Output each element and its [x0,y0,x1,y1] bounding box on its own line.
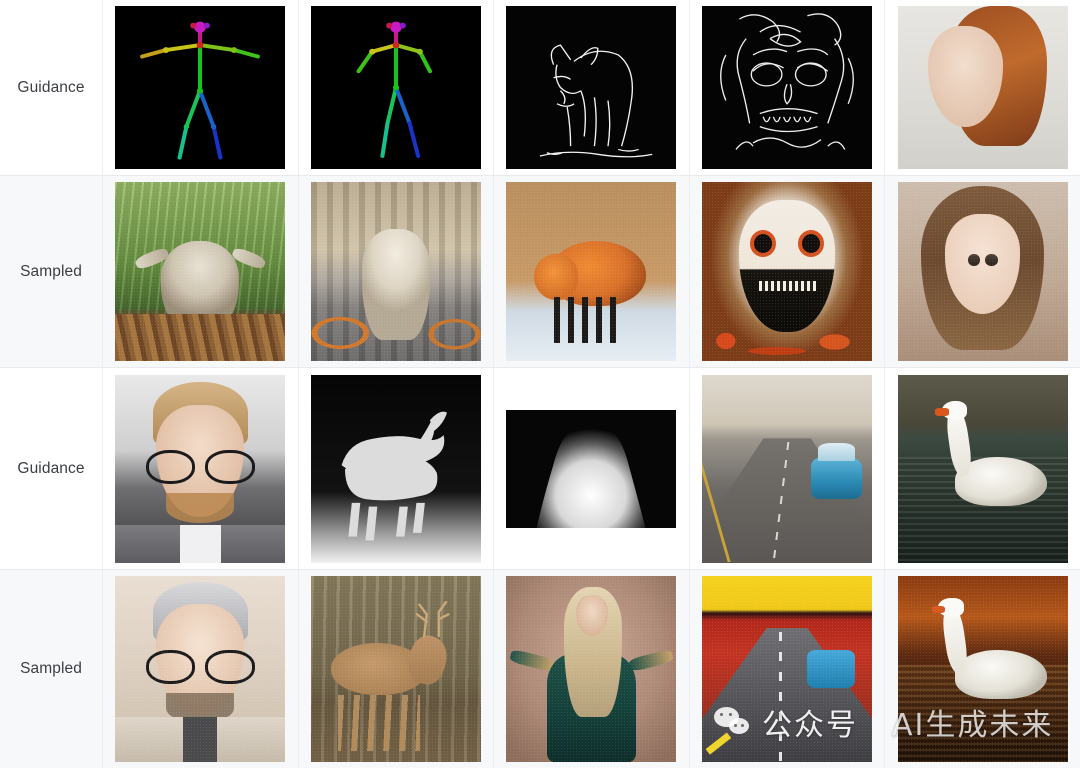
table-row: Sampled [0,569,1080,768]
cell-sampled-red-fox-snow[interactable] [494,176,690,367]
sampled-stylized-road-scene-image [702,576,873,762]
photo-desert-road-blue-car-image [702,374,873,563]
row-label-text: Sampled [20,262,82,280]
cell-sampled-anime-portrait[interactable] [885,176,1080,367]
sampled-anime-portrait-image [897,182,1068,361]
cell-depth-map-deer[interactable] [299,368,495,569]
cell-sampled-bear-bamboo-forest[interactable] [103,176,299,367]
cell-sampled-polar-bear-city-street[interactable] [299,176,495,367]
sampled-deer-in-forest-image [310,576,481,762]
cell-sampled-illustrated-man-glasses[interactable] [103,570,299,768]
row-label-guidance-2: Guidance [0,368,103,569]
comparison-grid: Guidance Sampled Guidance Sampled 公众号 AI… [0,0,1080,768]
row-label-sampled-2: Sampled [0,570,103,768]
row-label-text: Sampled [20,660,82,677]
cell-canny-edge-skull-face[interactable] [690,0,886,175]
cell-sampled-swan-autumn[interactable] [885,570,1080,768]
row-label-sampled-1: Sampled [0,176,103,367]
depth-map-deer-icon [310,374,481,563]
cell-canny-edge-fox[interactable] [494,0,690,175]
row-label-guidance-1: Guidance [0,0,103,175]
depth-map-person-icon [506,409,677,528]
row-label-text: Guidance [17,78,85,96]
cell-photo-man-with-glasses[interactable] [103,368,299,569]
sampled-sugar-skull-makeup-image [702,182,873,361]
cell-photo-desert-road-blue-car[interactable] [690,368,886,569]
photo-red-haired-woman-image [897,6,1068,169]
cell-sampled-deer-in-forest[interactable] [299,570,495,768]
sampled-woman-green-dress-image [506,576,677,762]
sampled-bear-bamboo-forest-image [115,182,286,361]
canny-edge-fox-icon [506,6,677,169]
sampled-illustrated-man-glasses-image [115,576,286,762]
table-row: Guidance [0,0,1080,175]
cell-openpose-skeleton-star-pose[interactable] [103,0,299,175]
openpose-skeleton-star-pose-icon [115,6,286,169]
cell-openpose-skeleton-standing-pose[interactable] [299,0,495,175]
cell-depth-map-person[interactable] [494,368,690,569]
sampled-polar-bear-city-street-image [310,182,481,361]
cell-sampled-stylized-road-scene[interactable] [690,570,886,768]
cell-sampled-sugar-skull-makeup[interactable] [690,176,886,367]
photo-swan-on-water-image [897,374,1068,563]
photo-man-with-glasses-image [115,374,286,563]
cell-photo-swan-on-water[interactable] [885,368,1080,569]
table-row: Sampled [0,175,1080,367]
cell-photo-red-haired-woman[interactable] [885,0,1080,175]
openpose-skeleton-standing-pose-icon [310,6,481,169]
sampled-red-fox-snow-image [506,182,677,361]
sampled-swan-autumn-image [897,576,1068,762]
cell-sampled-woman-green-dress[interactable] [494,570,690,768]
canny-edge-skull-face-icon [702,6,873,169]
table-row: Guidance [0,367,1080,569]
row-label-text: Guidance [17,459,85,477]
